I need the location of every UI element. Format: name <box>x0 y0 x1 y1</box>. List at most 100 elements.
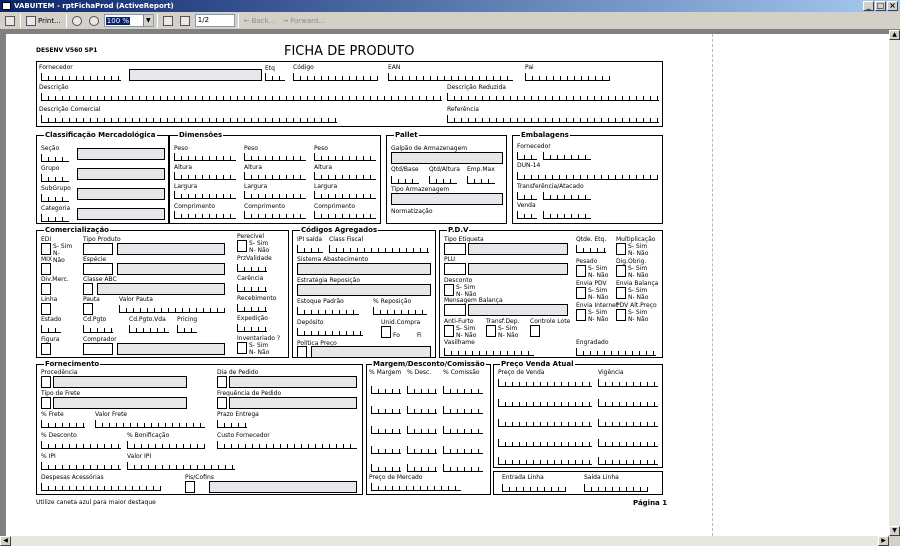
estrategia-field <box>297 284 431 296</box>
estrategia-label: Estratégia Reposição <box>297 277 361 284</box>
peso-label-2: Peso <box>244 145 258 152</box>
linha-box: Entrada Linha Saída Linha <box>493 471 663 495</box>
carencia-field <box>237 284 267 292</box>
tipo-armazenagem-label: Tipo Armazenagem <box>391 186 450 193</box>
print-button[interactable]: Print... <box>24 14 63 28</box>
pdv-alt-preco-sim-nao: S- Sim N- Não <box>628 309 649 323</box>
envia-pdv-label: Envia PDV <box>576 280 607 287</box>
pct-reposicao-field <box>373 307 427 315</box>
mix-label: MIX <box>41 256 53 263</box>
zoom-select[interactable]: 100 % ▼ <box>103 14 154 27</box>
scroll-up-icon[interactable]: ▲ <box>889 30 900 40</box>
envia-internet-checkbox <box>576 309 586 321</box>
scroll-down-icon[interactable]: ▼ <box>889 526 900 536</box>
zoom-out-button[interactable] <box>70 14 84 28</box>
referencia-label: Referência <box>447 106 479 113</box>
altura-label-2: Altura <box>244 164 263 171</box>
pis-cofins-desc-field <box>209 481 357 493</box>
altura-label-1: Altura <box>174 164 193 171</box>
chevron-down-icon[interactable]: ▼ <box>142 15 153 26</box>
especie-desc-field <box>117 263 225 275</box>
referencia-field <box>447 115 659 123</box>
zoom-in-button[interactable] <box>87 14 101 28</box>
galpao-label: Galpão de Armazenagem <box>391 145 468 152</box>
prazo-entrega-field <box>217 420 247 428</box>
margem-title: Margem/Desconto/Comissão <box>372 360 486 368</box>
desconto-checkbox <box>444 284 454 296</box>
previous-page-icon <box>162 15 173 26</box>
expedicao-field <box>237 324 267 332</box>
fo-label: Fo <box>393 332 400 339</box>
valor-ipi-label: Valor IPI <box>127 453 152 460</box>
vertical-scrollbar[interactable]: ▲ ▼ <box>889 30 900 536</box>
pdv-alt-preco-label: PDV Alt.Preço <box>616 302 657 309</box>
dimensoes-box: Peso Peso Peso Altura Altura Altura Larg… <box>169 135 381 224</box>
plu-desc-field <box>468 263 568 275</box>
envia-balanca-sim-nao: S- Sim N- Não <box>628 287 649 301</box>
etq-label: Etq <box>265 65 275 72</box>
page-number-input[interactable]: 1/2 <box>194 14 235 27</box>
largura-field-2 <box>244 191 306 199</box>
perecivel-checkbox <box>237 240 247 252</box>
forward-button[interactable]: → Forward... <box>280 14 327 28</box>
margem-row1-col1 <box>371 386 401 394</box>
envia-balanca-label: Envia Balança <box>616 280 659 287</box>
normatizacao-label: Normatização <box>391 208 433 215</box>
dig-obrig-sim-nao: S- Sim N- Não <box>628 265 649 279</box>
scroll-left-icon[interactable]: ◀ <box>0 536 11 546</box>
pct-desc-label: % Desc. <box>407 369 432 376</box>
emb-fornecedor-label: Fornecedor <box>517 143 551 150</box>
peso-field-2 <box>244 153 306 161</box>
valor-frete-label: Valor Frete <box>95 411 128 418</box>
report-viewport[interactable]: DESENV V560 SP1 FICHA DE PRODUTO Fornece… <box>0 30 889 536</box>
minimize-button[interactable]: _ <box>863 1 874 11</box>
recebimento-label: Recebimento <box>237 295 277 302</box>
toolbar-separator <box>237 13 239 28</box>
anti-furto-checkbox <box>444 325 454 337</box>
estado-label: Estado <box>41 316 62 323</box>
div-merc-label: Div.Merc. <box>41 276 69 283</box>
maximize-button[interactable]: □ <box>875 1 886 11</box>
back-button[interactable]: ← Back... <box>242 14 278 28</box>
toc-button[interactable] <box>3 14 17 28</box>
comprador-label: Comprador <box>83 336 117 343</box>
prazo-entrega-label: Prazo Entrega <box>217 411 259 418</box>
toolbar-separator <box>20 13 21 28</box>
toolbar-separator <box>65 13 67 28</box>
transferencia-field <box>543 192 591 200</box>
pct-bonificacao-label: % Bonificação <box>127 432 170 439</box>
horizontal-scrollbar[interactable]: ◀ ▶ <box>0 536 889 546</box>
deposito-label: Depósito <box>297 319 324 326</box>
venda-label: Venda <box>517 202 536 209</box>
embalagens-box: Fornecedor DUN-14 Transferência/Atacado … <box>512 135 663 224</box>
scroll-right-icon[interactable]: ▶ <box>878 536 889 546</box>
envia-balanca-checkbox <box>616 287 626 299</box>
preco-row5 <box>498 457 592 465</box>
dia-pedido-label: Dia de Pedido <box>217 369 259 376</box>
close-button[interactable]: × <box>887 1 898 11</box>
margem-row1-col3 <box>443 386 483 394</box>
valor-frete-field <box>95 420 205 428</box>
inventariado-sim-nao: S- Sim N- Não <box>249 342 270 356</box>
sistema-label: Sistema Abastecimento <box>297 256 369 263</box>
emp-max-label: Emp.Max <box>467 166 495 173</box>
carencia-label: Carência <box>237 275 264 282</box>
largura-label-1: Largura <box>174 183 198 190</box>
politica-desc-field <box>311 346 431 358</box>
qtde-etq-label: Qtde. Etq. <box>576 236 607 243</box>
forward-arrow-icon: → <box>282 16 289 25</box>
secao-field <box>41 154 69 162</box>
mix-checkbox <box>41 263 51 275</box>
margem-row3-col1 <box>371 426 401 434</box>
previous-page-button[interactable] <box>161 14 175 28</box>
classe-abc-desc-field <box>97 283 225 295</box>
pdv-title: P.D.V <box>447 226 470 234</box>
next-page-button[interactable] <box>178 14 192 28</box>
qtd-altura-label: Qtd/Altura <box>429 166 460 173</box>
tipo-etiqueta-field <box>444 243 466 255</box>
fornecedor-label: Fornecedor <box>39 64 73 71</box>
pis-cofins-label: Pis/Cofins <box>185 474 214 481</box>
pct-reposicao-label: % Reposição <box>373 298 412 305</box>
envia-internet-label: Envia Internet <box>576 302 619 309</box>
figura-field <box>41 343 51 355</box>
